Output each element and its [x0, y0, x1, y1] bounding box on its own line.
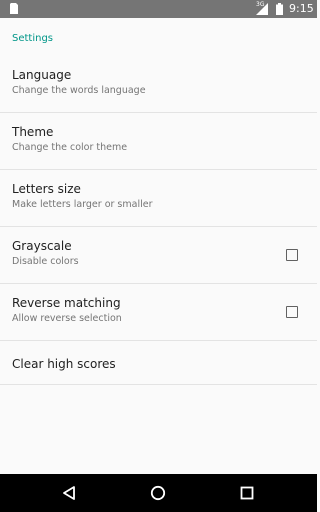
recents-icon[interactable]	[240, 486, 254, 500]
pref-title: Reverse matching	[12, 296, 121, 310]
settings-screen: Settings Language Change the words langu…	[0, 18, 317, 474]
pref-grayscale[interactable]: Grayscale Disable colors	[0, 228, 317, 284]
sim-card-icon	[10, 3, 18, 14]
pref-title: Clear high scores	[12, 357, 116, 371]
home-icon[interactable]	[150, 485, 166, 501]
pref-summary: Allow reverse selection	[12, 313, 122, 324]
pref-theme[interactable]: Theme Change the color theme	[0, 114, 317, 170]
pref-summary: Disable colors	[12, 256, 79, 267]
pref-clear-high-scores[interactable]: Clear high scores	[0, 342, 317, 385]
clock: 9:15	[289, 2, 314, 15]
section-title: Settings	[12, 33, 54, 44]
signal-icon	[256, 3, 268, 15]
pref-title: Language	[12, 68, 72, 82]
battery-icon	[276, 3, 283, 15]
pref-summary: Make letters larger or smaller	[12, 199, 153, 210]
pref-summary: Change the color theme	[12, 142, 128, 153]
navigation-bar	[0, 474, 317, 512]
back-icon[interactable]	[62, 486, 76, 500]
pref-title: Grayscale	[12, 239, 72, 253]
pref-title: Theme	[12, 125, 54, 139]
pref-letters-size[interactable]: Letters size Make letters larger or smal…	[0, 171, 317, 227]
pref-summary: Change the words language	[12, 85, 146, 96]
pref-language[interactable]: Language Change the words language	[0, 57, 317, 113]
status-bar: 3G 9:15	[0, 0, 317, 18]
reverse-matching-checkbox[interactable]	[286, 306, 298, 318]
pref-reverse-matching[interactable]: Reverse matching Allow reverse selection	[0, 285, 317, 341]
grayscale-checkbox[interactable]	[286, 249, 298, 261]
pref-title: Letters size	[12, 182, 81, 196]
